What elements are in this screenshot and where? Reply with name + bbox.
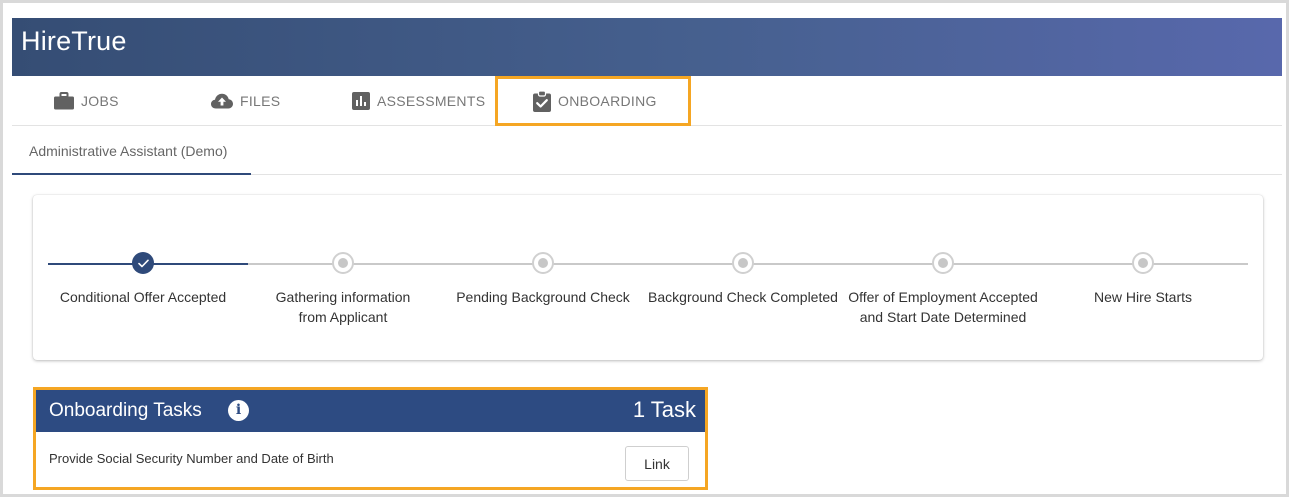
task-count: 1 Task (632, 397, 696, 422)
step-gathering-information: Gathering information from Applicant (243, 252, 443, 327)
step-label: Pending Background Check (456, 289, 630, 305)
step-background-check-completed: Background Check Completed (643, 252, 843, 307)
step-complete-indicator (132, 252, 154, 274)
subtab-administrative-assistant[interactable]: Administrative Assistant (Demo) (12, 126, 251, 175)
step-conditional-offer-accepted: Conditional Offer Accepted (43, 252, 243, 307)
tab-files-label: FILES (240, 93, 281, 109)
step-label: Gathering information from Applicant (275, 289, 411, 325)
app-frame: HireTrue JOBS FILES ASSESSMENTS ONBOARDI… (0, 0, 1289, 497)
main-nav: JOBS FILES ASSESSMENTS ONBOARDING (12, 76, 1282, 126)
tasks-title: Onboarding Tasks (49, 400, 202, 421)
task-row: Provide Social Security Number and Date … (36, 432, 705, 487)
onboarding-stepper: Conditional Offer Accepted Gathering inf… (33, 195, 1263, 360)
step-pending-indicator (732, 252, 754, 274)
app-header: HireTrue (12, 18, 1282, 76)
step-label: Background Check Completed (648, 289, 838, 305)
step-pending-indicator (532, 252, 554, 274)
step-label: Offer of Employment Accepted and Start D… (848, 289, 1038, 325)
step-offer-of-employment-accepted: Offer of Employment Accepted and Start D… (843, 252, 1043, 327)
tab-jobs[interactable]: JOBS (54, 76, 119, 126)
task-description: Provide Social Security Number and Date … (49, 451, 334, 466)
app-title: HireTrue (21, 26, 127, 56)
tab-jobs-label: JOBS (81, 93, 119, 109)
step-pending-indicator (1132, 252, 1154, 274)
step-new-hire-starts: New Hire Starts (1043, 252, 1243, 307)
step-pending-indicator (932, 252, 954, 274)
cloud-upload-icon (211, 93, 233, 109)
checkmark-icon (137, 259, 149, 267)
step-label: Conditional Offer Accepted (59, 289, 227, 305)
clipboard-check-icon (533, 90, 551, 112)
bar-chart-icon (352, 92, 370, 110)
task-link-button[interactable]: Link (625, 446, 689, 481)
tab-assessments-label: ASSESSMENTS (377, 93, 486, 109)
info-icon[interactable]: i (228, 400, 249, 421)
step-pending-indicator (332, 252, 354, 274)
step-pending-background-check: Pending Background Check (443, 252, 643, 307)
tab-files[interactable]: FILES (211, 76, 280, 126)
job-subtabs: Administrative Assistant (Demo) (12, 126, 1282, 175)
onboarding-tasks-panel: Onboarding Tasks i 1 Task Provide Social… (33, 387, 708, 490)
tasks-header: Onboarding Tasks i 1 Task (36, 390, 705, 432)
step-label: New Hire Starts (1093, 289, 1193, 305)
tab-assessments[interactable]: ASSESSMENTS (352, 76, 485, 126)
tab-onboarding-label: ONBOARDING (558, 93, 657, 109)
tab-onboarding[interactable]: ONBOARDING (495, 76, 691, 126)
briefcase-icon (54, 92, 74, 110)
